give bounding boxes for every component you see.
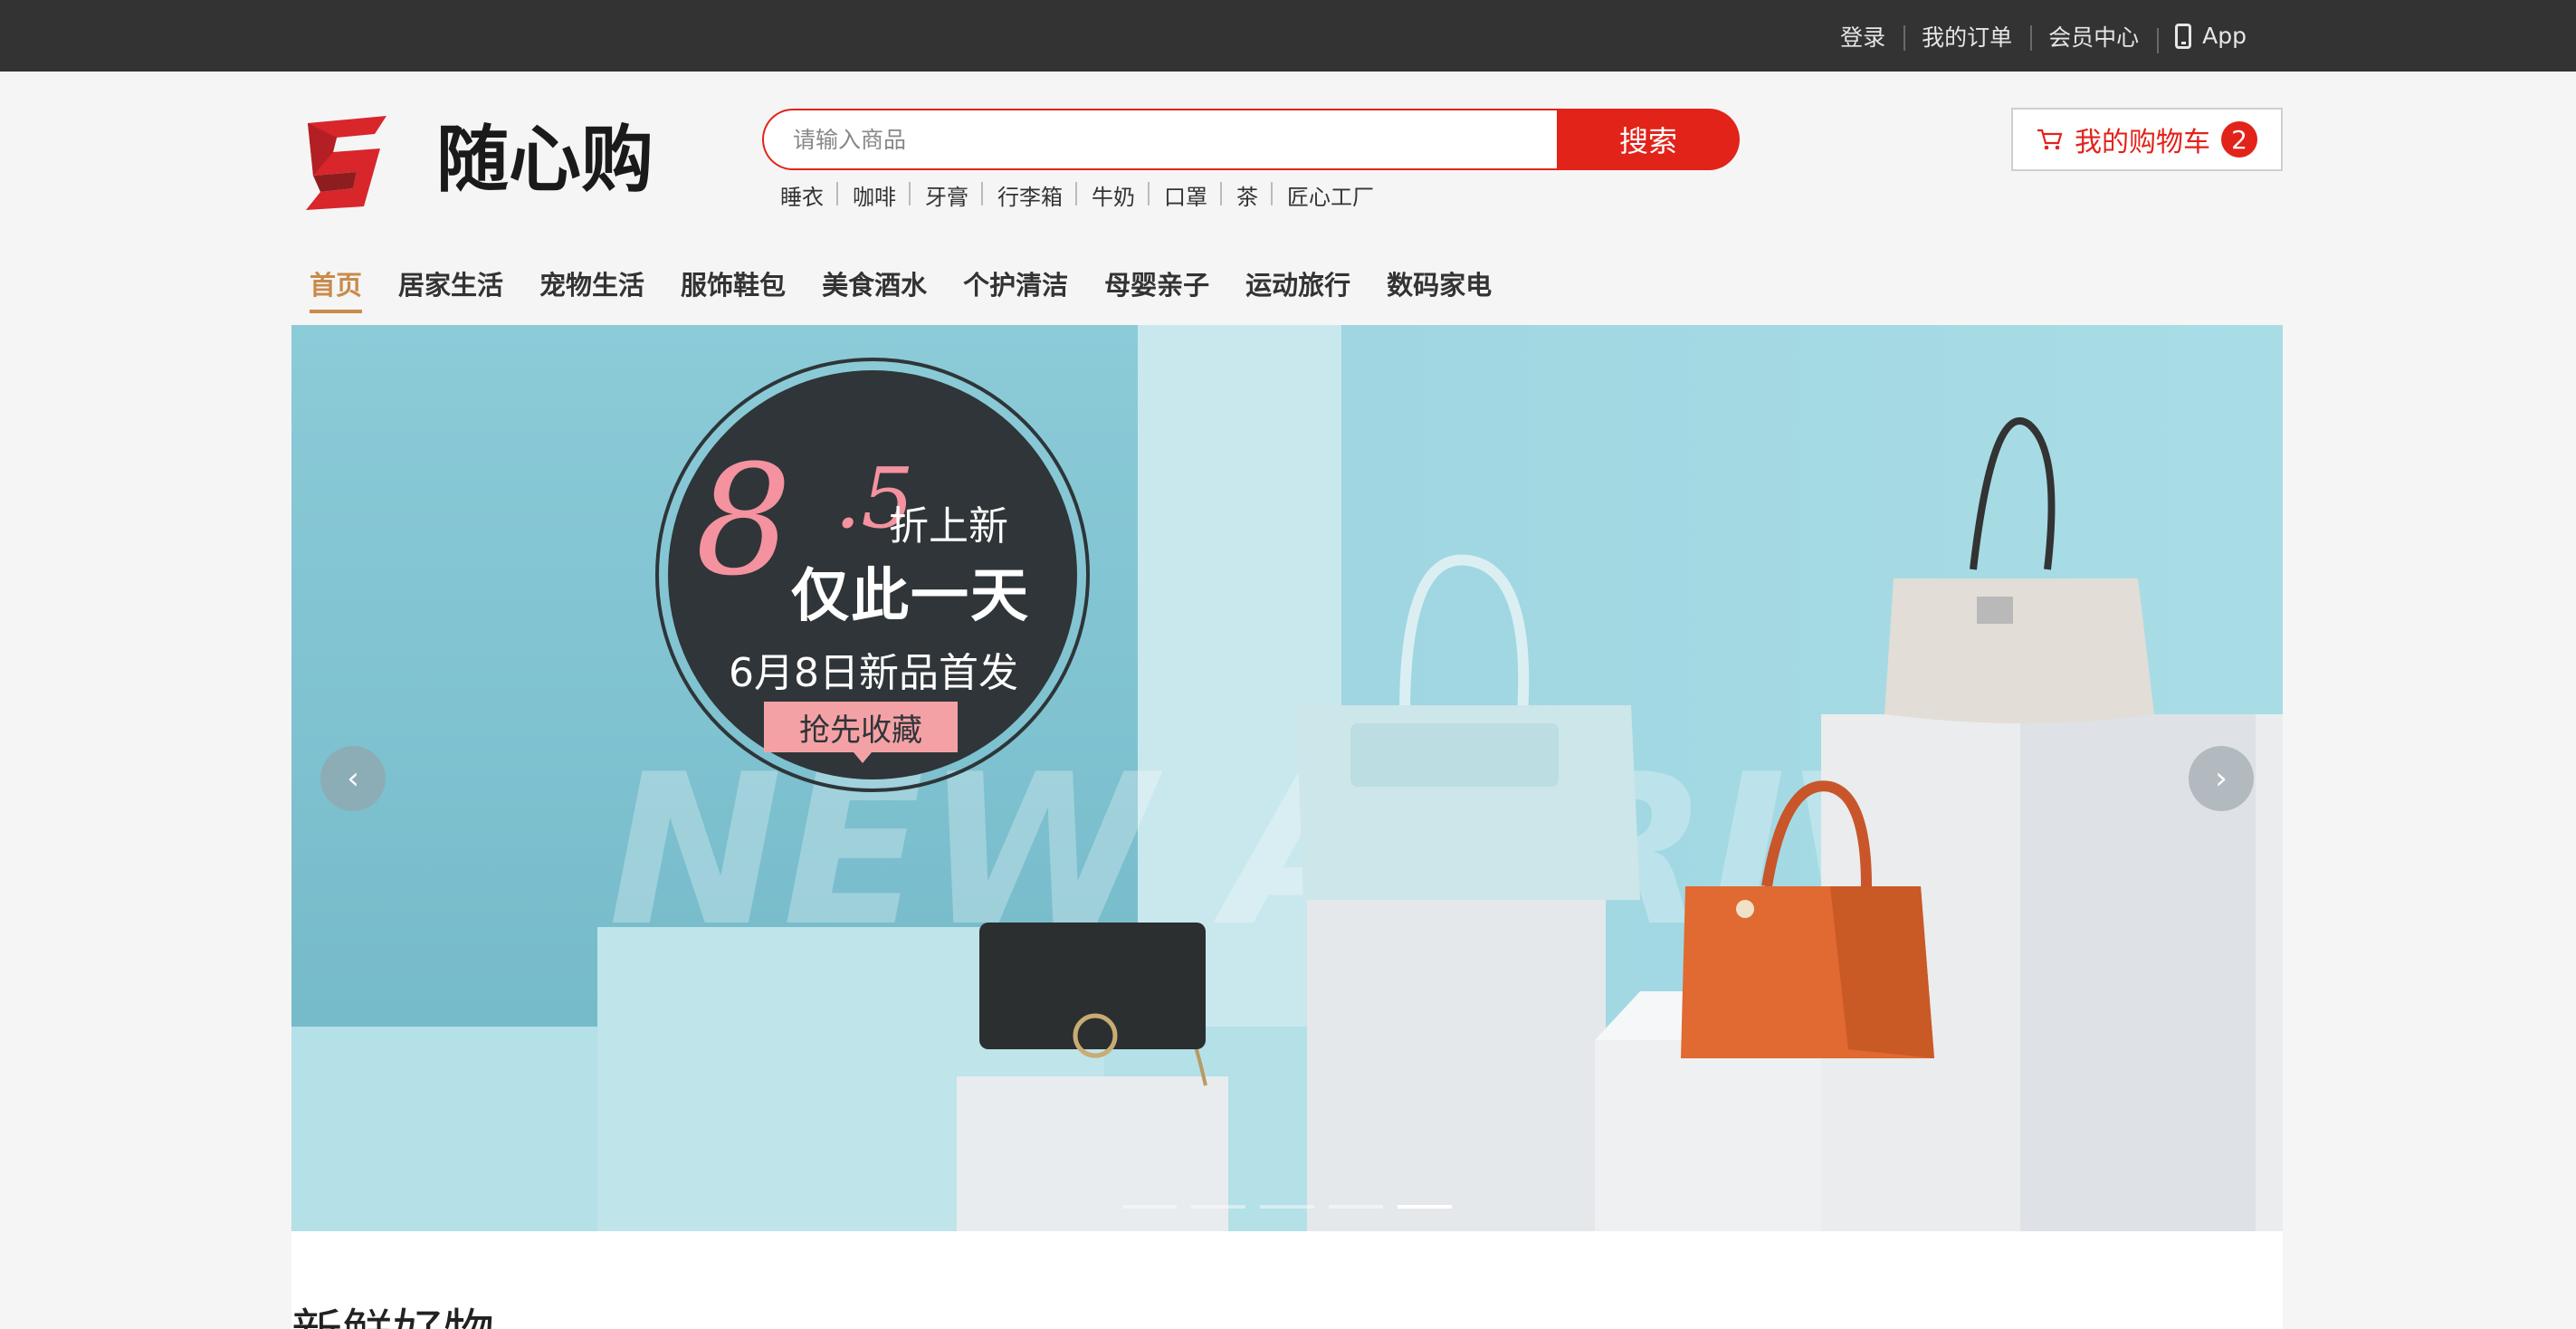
logo-text: 随心购: [436, 118, 654, 202]
chevron-left-icon: ‹: [347, 760, 359, 797]
carousel-dot[interactable]: [1191, 1205, 1245, 1209]
hot-keyword[interactable]: 茶: [1236, 179, 1273, 211]
search-input[interactable]: [762, 109, 1559, 170]
carousel-next-button[interactable]: ›: [2189, 746, 2254, 811]
carousel-dot-active[interactable]: [1398, 1205, 1452, 1209]
banner-illustration: NEW ARRIVAL: [291, 325, 2283, 1231]
site-logo[interactable]: 随心购: [301, 107, 681, 217]
carousel-dot[interactable]: [1122, 1205, 1177, 1209]
cart-icon: [2037, 129, 2063, 150]
promo-number: 8: [695, 432, 792, 609]
hot-keyword[interactable]: 咖啡: [853, 179, 911, 211]
chevron-right-icon: ›: [2215, 760, 2228, 797]
carousel-dot[interactable]: [1329, 1205, 1383, 1209]
hot-keywords: 睡衣 咖啡 牙膏 行李箱 牛奶 口罩 茶 匠心工厂: [780, 179, 1403, 211]
hot-keyword[interactable]: 牙膏: [925, 179, 983, 211]
nav-item-sports-travel[interactable]: 运动旅行: [1227, 261, 1369, 320]
nav-item-home[interactable]: 首页: [291, 261, 380, 320]
app-link-label: App: [2202, 23, 2247, 49]
search-bar: 搜索: [762, 109, 1740, 170]
cart-label: 我的购物车: [2075, 127, 2210, 158]
nav-item-personal-care[interactable]: 个护清洁: [945, 261, 1086, 320]
phone-icon: [2175, 23, 2192, 49]
logo-mark: [306, 116, 386, 210]
cart-button[interactable]: 我的购物车 2: [2011, 108, 2283, 171]
nav-item-pet[interactable]: 宠物生活: [521, 261, 663, 320]
cart-count-badge: 2: [2221, 121, 2257, 158]
fresh-goods-section: 新鲜好物: [291, 1231, 2283, 1329]
hot-keyword[interactable]: 行李箱: [997, 179, 1077, 211]
nav-item-apparel[interactable]: 服饰鞋包: [663, 261, 804, 320]
carousel-indicators: [1122, 1205, 1466, 1209]
nav-item-home-living[interactable]: 居家生活: [380, 261, 521, 320]
nav-item-baby[interactable]: 母婴亲子: [1086, 261, 1227, 320]
search-button[interactable]: 搜索: [1557, 109, 1740, 170]
top-bar-links: 登录 我的订单 会员中心 App: [1822, 0, 2265, 72]
promo-subtitle: 折上新: [889, 503, 1008, 550]
nav-item-electronics[interactable]: 数码家电: [1369, 261, 1510, 320]
my-orders-link[interactable]: 我的订单: [1903, 20, 2030, 53]
promo-badge: 8 .5 折上新 仅此一天 6月8日新品首发 抢先收藏: [655, 358, 1090, 792]
member-center-link[interactable]: 会员中心: [2030, 20, 2157, 53]
promo-date: 6月8日新品首发: [729, 650, 1018, 696]
hot-keyword[interactable]: 口罩: [1164, 179, 1222, 211]
section-title: 新鲜好物: [291, 1309, 494, 1329]
hot-keyword[interactable]: 匠心工厂: [1287, 179, 1388, 211]
nav-item-food-drink[interactable]: 美食酒水: [804, 261, 945, 320]
carousel-prev-button[interactable]: ‹: [320, 746, 386, 811]
hot-keyword[interactable]: 睡衣: [780, 179, 838, 211]
promo-headline: 仅此一天: [791, 563, 1030, 630]
hero-banner[interactable]: NEW ARRIVAL 8 .5 折上新 仅此一天 6月8日新品首发 抢先收藏: [291, 325, 2283, 1231]
hot-keyword[interactable]: 牛奶: [1092, 179, 1150, 211]
carousel-dot[interactable]: [1260, 1205, 1314, 1209]
category-nav: 首页 居家生活 宠物生活 服饰鞋包 美食酒水 个护清洁 母婴亲子 运动旅行 数码…: [291, 261, 1510, 320]
top-bar: 登录 我的订单 会员中心 App: [0, 0, 2576, 72]
login-link[interactable]: 登录: [1822, 20, 1903, 53]
promo-collect-button[interactable]: 抢先收藏: [764, 702, 958, 763]
app-link[interactable]: App: [2157, 23, 2265, 53]
